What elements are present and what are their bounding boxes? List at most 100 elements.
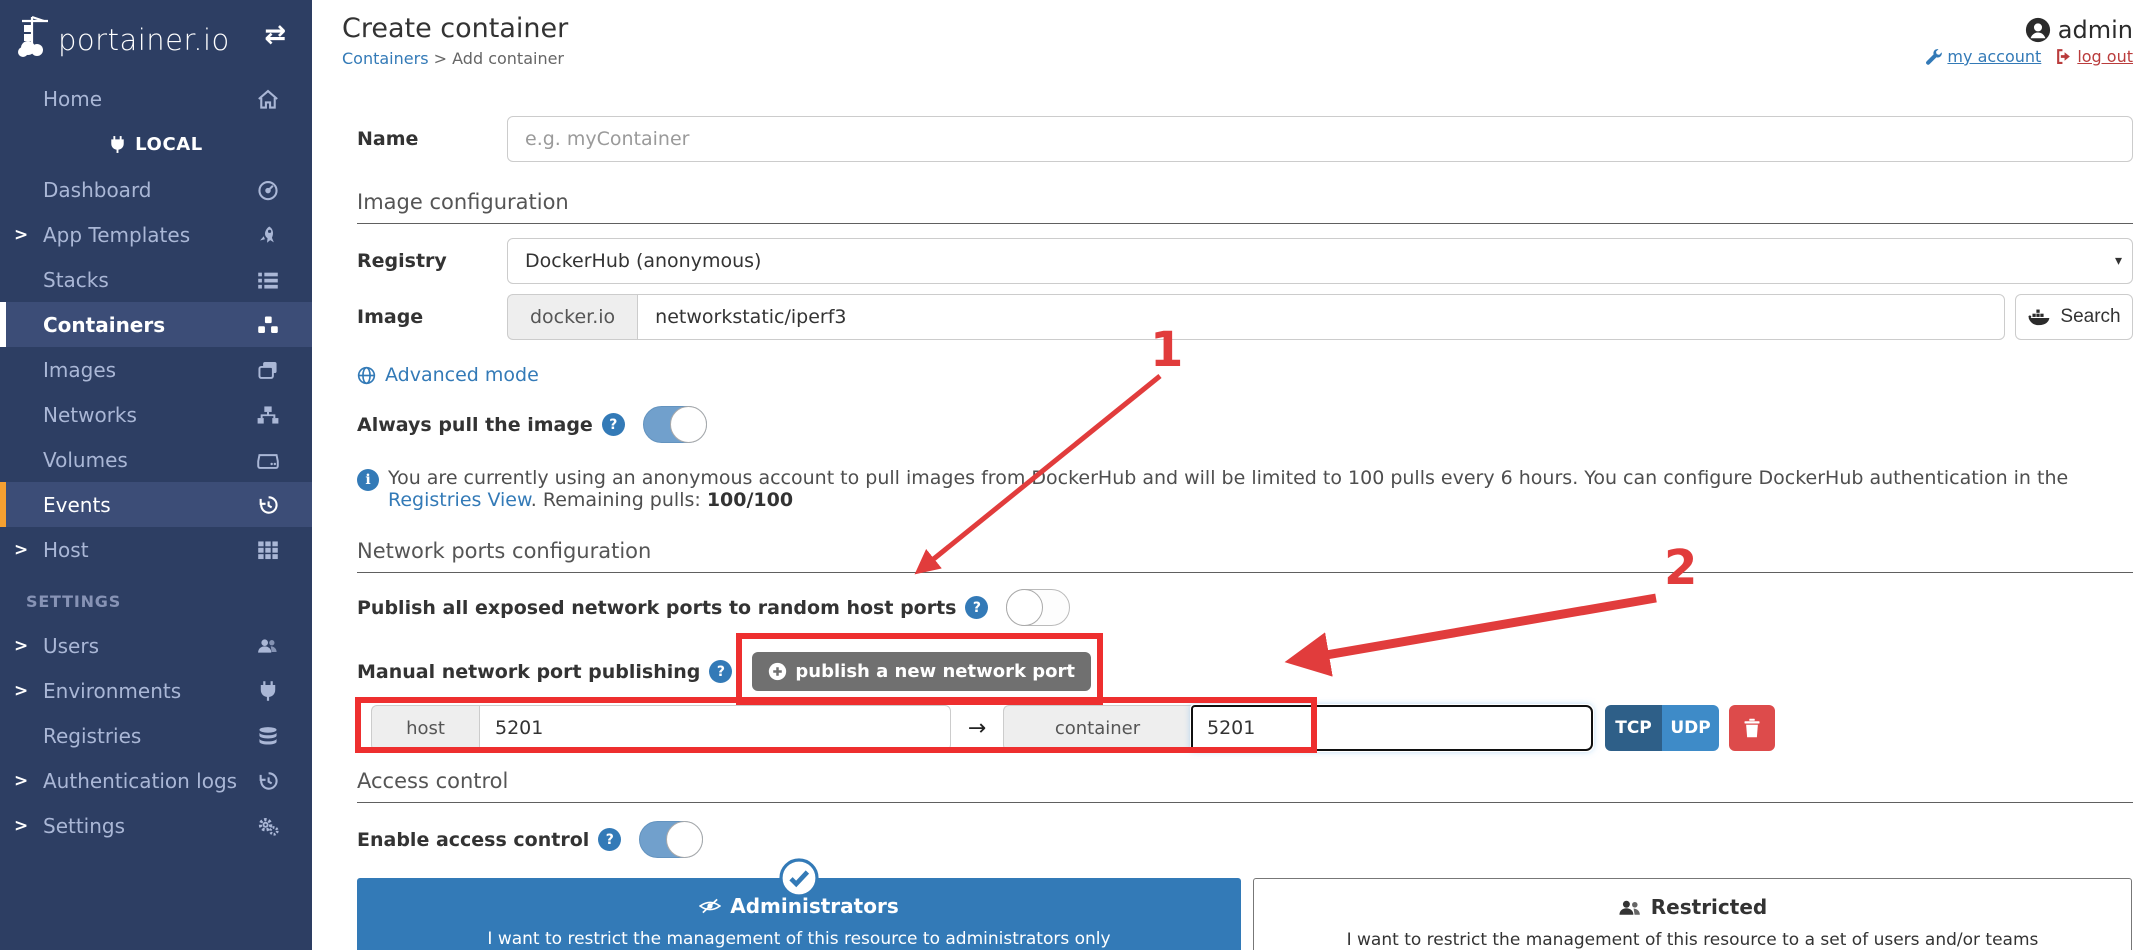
name-row: Name bbox=[357, 116, 2133, 162]
sidebar-item-home[interactable]: Home bbox=[0, 76, 312, 121]
chevron-right-icon: > bbox=[14, 680, 29, 701]
sidebar-item-authentication-logs[interactable]: > Authentication logs bbox=[0, 758, 312, 803]
sidebar-item-registries[interactable]: Registries bbox=[0, 713, 312, 758]
breadcrumb-separator: > bbox=[433, 49, 448, 68]
trash-icon bbox=[1744, 718, 1760, 738]
plus-circle-icon bbox=[769, 662, 787, 681]
home-icon bbox=[258, 89, 278, 109]
user-circle-icon bbox=[2025, 17, 2050, 43]
search-button-label: Search bbox=[2060, 306, 2121, 327]
registry-select[interactable]: DockerHub (anonymous) ▾ bbox=[507, 238, 2133, 284]
list-icon bbox=[258, 272, 278, 289]
collapse-sidebar-icon[interactable]: ⇄ bbox=[264, 20, 286, 50]
breadcrumb: Containers > Add container bbox=[342, 49, 568, 68]
registries-view-link[interactable]: Registries View bbox=[388, 489, 531, 511]
page-title: Create container bbox=[342, 13, 569, 44]
port-mapping-row: host → container TCP UDP bbox=[355, 697, 2133, 753]
udp-button[interactable]: UDP bbox=[1662, 705, 1719, 751]
registry-selected-value: DockerHub (anonymous) bbox=[525, 250, 762, 272]
image-input[interactable] bbox=[637, 294, 2005, 340]
always-pull-toggle[interactable] bbox=[642, 406, 707, 443]
section-image-configuration: Image configuration bbox=[357, 190, 2133, 224]
plug-icon bbox=[111, 135, 124, 153]
port-map-arrow-icon: → bbox=[967, 715, 987, 741]
sidebar-item-networks[interactable]: Networks bbox=[0, 392, 312, 437]
settings-section-label: SETTINGS bbox=[26, 592, 122, 611]
publish-all-row: Publish all exposed network ports to ran… bbox=[357, 589, 2133, 626]
sidebar-item-images[interactable]: Images bbox=[0, 347, 312, 392]
endpoint-label: LOCAL bbox=[135, 133, 203, 155]
select-caret-icon: ▾ bbox=[2114, 253, 2122, 269]
history-icon bbox=[259, 495, 278, 514]
sidebar-item-dashboard[interactable]: Dashboard bbox=[0, 167, 312, 212]
sidebar-item-host[interactable]: > Host bbox=[0, 527, 312, 572]
sidebar-item-containers[interactable]: Containers bbox=[0, 302, 312, 347]
administrators-option[interactable]: Administrators I want to restrict the ma… bbox=[357, 858, 1241, 950]
host-port-input[interactable] bbox=[479, 705, 951, 751]
sign-out-icon bbox=[2057, 49, 2071, 64]
chevron-right-icon: > bbox=[14, 815, 29, 836]
portainer-logo[interactable]: portainer.io bbox=[18, 13, 230, 57]
image-row: Image docker.io Search bbox=[357, 294, 2133, 340]
help-icon[interactable]: ? bbox=[601, 413, 625, 436]
sidebar-item-users[interactable]: > Users bbox=[0, 623, 312, 668]
always-pull-label: Always pull the image bbox=[357, 413, 593, 436]
restricted-option[interactable]: Restricted I want to restrict the manage… bbox=[1253, 878, 2132, 950]
publish-new-port-button[interactable]: publish a new network port bbox=[752, 652, 1091, 691]
container-port-addon: container bbox=[1003, 705, 1191, 751]
chevron-right-icon: > bbox=[14, 635, 29, 656]
access-control-toggle[interactable] bbox=[639, 821, 704, 858]
sidebar: portainer.io ⇄ Home LOCAL Dashboard > Ap… bbox=[0, 0, 312, 950]
chevron-right-icon: > bbox=[14, 539, 29, 560]
docker-whale-icon bbox=[2028, 309, 2050, 325]
protocol-toggle-group: TCP UDP bbox=[1605, 705, 1719, 751]
check-circle-icon bbox=[779, 858, 819, 898]
log-out-link[interactable]: log out bbox=[2055, 47, 2133, 66]
brand-name: portainer.io bbox=[58, 23, 230, 57]
search-button[interactable]: Search bbox=[2015, 294, 2133, 340]
breadcrumb-current: Add container bbox=[452, 49, 564, 68]
registry-label: Registry bbox=[357, 250, 447, 272]
sidebar-item-events[interactable]: Events bbox=[0, 482, 312, 527]
sitemap-icon bbox=[257, 405, 279, 424]
manual-publishing-label: Manual network port publishing bbox=[357, 660, 701, 683]
endpoint-local[interactable]: LOCAL bbox=[0, 121, 312, 167]
plug-icon bbox=[260, 680, 276, 701]
grid-icon bbox=[258, 540, 278, 559]
restricted-desc: I want to restrict the management of thi… bbox=[1346, 930, 2039, 950]
publish-all-toggle[interactable] bbox=[1006, 589, 1071, 626]
container-port-input[interactable] bbox=[1190, 704, 1594, 752]
restricted-title: Restricted bbox=[1650, 895, 1768, 919]
image-label: Image bbox=[357, 306, 424, 328]
publish-all-label: Publish all exposed network ports to ran… bbox=[357, 596, 957, 619]
hdd-icon bbox=[257, 453, 279, 469]
user-box: admin my account log out bbox=[1925, 13, 2133, 68]
my-account-link[interactable]: my account bbox=[1925, 47, 2041, 66]
main-panel: Create container Containers > Add contai… bbox=[312, 0, 2143, 950]
create-container-form: Name Image configuration Registry Docker… bbox=[312, 116, 2143, 950]
sidebar-item-volumes[interactable]: Volumes bbox=[0, 437, 312, 482]
remaining-pulls-value: 100/100 bbox=[706, 489, 794, 511]
advanced-mode-row: Advanced mode bbox=[357, 364, 2133, 386]
publish-new-port-label: publish a new network port bbox=[795, 661, 1075, 682]
tcp-button[interactable]: TCP bbox=[1605, 705, 1662, 751]
dashboard-icon bbox=[258, 180, 278, 200]
logo-row: portainer.io ⇄ bbox=[0, 0, 312, 70]
portainer-crane-icon bbox=[18, 15, 48, 57]
database-icon bbox=[259, 726, 277, 745]
sidebar-item-settings[interactable]: > Settings bbox=[0, 803, 312, 848]
sidebar-item-app-templates[interactable]: > App Templates bbox=[0, 212, 312, 257]
advanced-mode-link[interactable]: Advanced mode bbox=[385, 364, 539, 386]
help-icon[interactable]: ? bbox=[598, 828, 622, 851]
images-icon bbox=[258, 361, 277, 379]
portainer-app: portainer.io ⇄ Home LOCAL Dashboard > Ap… bbox=[0, 0, 2143, 950]
remove-port-button[interactable] bbox=[1729, 705, 1775, 751]
sidebar-item-stacks[interactable]: Stacks bbox=[0, 257, 312, 302]
sidebar-item-environments[interactable]: > Environments bbox=[0, 668, 312, 713]
info-icon: i bbox=[357, 469, 379, 491]
help-icon[interactable]: ? bbox=[709, 660, 733, 683]
wrench-icon bbox=[1926, 49, 1943, 65]
help-icon[interactable]: ? bbox=[965, 596, 989, 619]
breadcrumb-containers-link[interactable]: Containers bbox=[342, 49, 429, 68]
name-input[interactable] bbox=[507, 116, 2133, 162]
